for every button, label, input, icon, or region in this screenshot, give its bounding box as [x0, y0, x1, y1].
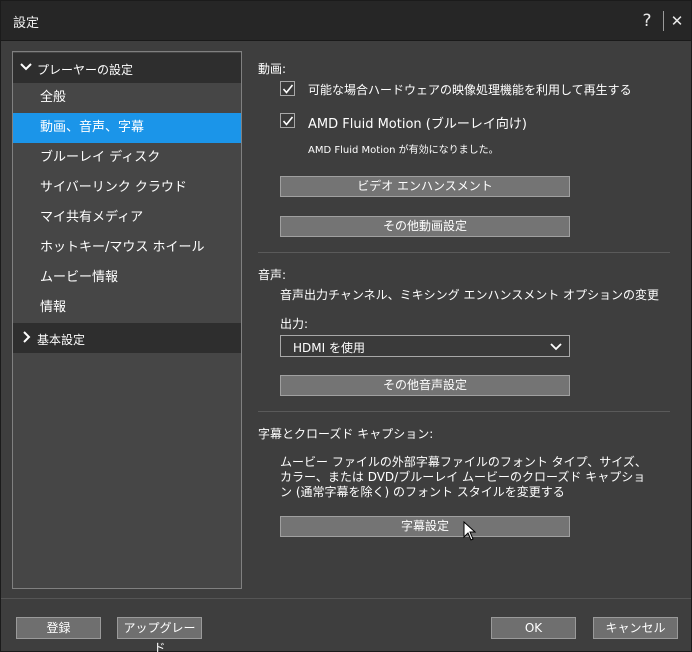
sidebar-item-bluray-disc[interactable]: ブルーレイ ディスク [13, 143, 241, 173]
output-label: 出力: [280, 317, 309, 331]
cancel-button[interactable]: キャンセル [593, 617, 678, 639]
fluid-motion-label: AMD Fluid Motion (ブルーレイ向け) [308, 117, 527, 132]
section-divider [258, 411, 670, 412]
more-audio-settings-button[interactable]: その他音声設定 [280, 375, 570, 396]
checkmark-icon [282, 116, 294, 126]
sidebar-item-general[interactable]: 全般 [13, 83, 241, 113]
fluid-motion-checkbox[interactable] [280, 113, 295, 128]
sidebar-item-hotkey-mouse-wheel[interactable]: ホットキー/マウス ホイール [13, 233, 241, 263]
subtitles-section-title: 字幕とクローズド キャプション: [258, 427, 434, 441]
title-bar: 設定 ? ✕ [1, 1, 691, 41]
hw-accel-label: 可能な場合ハードウェアの映像処理機能を利用して再生する [308, 83, 632, 97]
section-divider [258, 252, 670, 253]
fluid-motion-status: AMD Fluid Motion が有効になりました。 [308, 145, 499, 156]
hw-accel-option[interactable]: 可能な場合ハードウェアの映像処理機能を利用して再生する [280, 81, 632, 99]
video-section-title: 動画: [258, 62, 287, 76]
mouse-cursor-icon [463, 521, 477, 541]
fluid-motion-option[interactable]: AMD Fluid Motion (ブルーレイ向け) [280, 113, 527, 132]
chevron-down-icon [550, 343, 562, 351]
settings-sidebar: プレーヤーの設定 全般 動画、音声、字幕 ブルーレイ ディスク サイバーリンク … [12, 51, 242, 589]
more-video-settings-button[interactable]: その他動画設定 [280, 216, 570, 237]
title-separator [663, 11, 664, 31]
ok-button[interactable]: OK [491, 617, 576, 639]
help-icon[interactable]: ? [637, 11, 657, 31]
sidebar-item-movie-info[interactable]: ムービー情報 [13, 263, 241, 293]
subtitles-description: ムービー ファイルの外部字幕ファイルのフォント タイプ、サイズ、カラー、または … [280, 455, 647, 499]
window-title: 設定 [13, 16, 40, 31]
chevron-right-icon [23, 331, 31, 343]
sidebar-group-label: プレーヤーの設定 [37, 63, 134, 77]
register-button[interactable]: 登録 [16, 617, 101, 639]
audio-description: 音声出力チャンネル、ミキシング エンハンスメント オプションの変更 [280, 288, 660, 302]
sidebar-group-label: 基本設定 [37, 333, 86, 347]
sidebar-item-cyberlink-cloud[interactable]: サイバーリンク クラウド [13, 173, 241, 203]
audio-section-title: 音声: [258, 268, 287, 282]
sidebar-item-info[interactable]: 情報 [13, 293, 241, 323]
video-enhancement-button[interactable]: ビデオ エンハンスメント [280, 176, 570, 197]
close-icon[interactable]: ✕ [667, 11, 687, 31]
hw-accel-checkbox[interactable] [280, 81, 295, 96]
settings-dialog: 設定 ? ✕ プレーヤーの設定 全般 動画、音声、字幕 ブルーレイ ディスク サ… [0, 0, 692, 652]
upgrade-button[interactable]: アップグレード [117, 617, 202, 652]
audio-output-value: HDMI を使用 [293, 341, 365, 355]
footer-divider [1, 598, 691, 599]
chevron-down-icon [20, 63, 32, 71]
sidebar-group-basic-settings[interactable]: 基本設定 [13, 323, 241, 353]
audio-output-select[interactable]: HDMI を使用 [280, 335, 570, 357]
sidebar-item-my-shared-media[interactable]: マイ共有メディア [13, 203, 241, 233]
checkmark-icon [282, 84, 294, 94]
sidebar-item-video-audio-subtitles[interactable]: 動画、音声、字幕 [13, 113, 241, 143]
subtitle-settings-button[interactable]: 字幕設定 [280, 516, 570, 537]
sidebar-group-player-settings[interactable]: プレーヤーの設定 [13, 53, 241, 83]
